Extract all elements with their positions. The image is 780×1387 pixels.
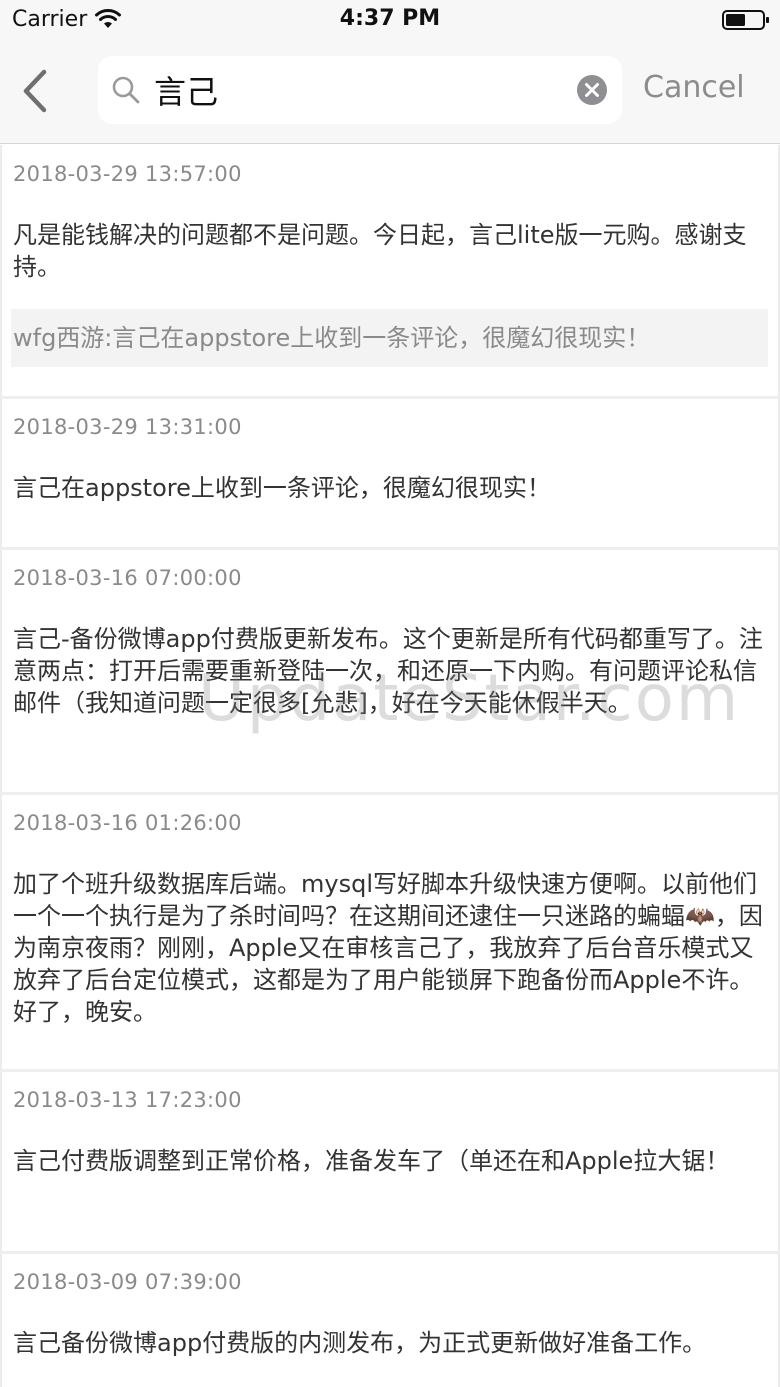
list-item[interactable]: 2018-03-13 17:23:00 言己付费版调整到正常价格，准备发车了（单… [0,1072,780,1254]
search-box[interactable] [98,56,622,124]
post-date: 2018-03-16 01:26:00 [13,811,242,835]
list-item[interactable]: 2018-03-16 07:00:00 言己-备份微博app付费版更新发布。这个… [0,550,780,795]
cancel-button[interactable]: Cancel [643,70,745,105]
list-item[interactable]: 2018-03-09 07:39:00 言己备份微博app付费版的内测发布，为正… [0,1254,780,1387]
post-date: 2018-03-09 07:39:00 [13,1270,242,1294]
status-time: 4:37 PM [339,6,441,31]
list-item[interactable]: 2018-03-29 13:31:00 言己在appstore上收到一条评论，很… [0,399,780,550]
search-results-list: 2018-03-29 13:57:00 凡是能钱解决的问题都不是问题。今日起，言… [0,145,780,1387]
battery-icon [722,10,769,30]
screen: Carrier 4:37 PM Cancel [0,0,780,1387]
magnifier-icon [112,76,140,104]
search-input[interactable] [154,66,564,114]
post-text: 言己备份微博app付费版的内测发布，为正式更新做好准备工作。 [13,1329,707,1357]
post-date: 2018-03-13 17:23:00 [13,1088,242,1112]
chevron-left-icon[interactable] [14,66,58,116]
list-item[interactable]: 2018-03-29 13:57:00 凡是能钱解决的问题都不是问题。今日起，言… [0,145,780,399]
post-text: 言己-备份微博app付费版更新发布。这个更新是所有代码都重写了。注意两点：打开后… [13,625,763,717]
clear-circle-icon[interactable] [576,74,608,106]
post-text: 凡是能钱解决的问题都不是问题。今日起，言己lite版一元购。感谢支持。 [13,221,747,281]
list-item[interactable]: 2018-03-16 01:26:00 加了个班升级数据库后端。mysql写好脚… [0,795,780,1072]
post-text: 言己在appstore上收到一条评论，很魔幻很现实！ [13,474,551,502]
post-text: 加了个班升级数据库后端。mysql写好脚本升级快速方便啊。以前他们一个一个执行是… [13,870,763,1026]
post-text: 言己付费版调整到正常价格，准备发车了（单还在和Apple拉大锯！ [13,1147,730,1175]
status-bar: Carrier 4:37 PM [0,0,780,42]
post-date: 2018-03-29 13:57:00 [13,162,242,186]
retweet-quote[interactable]: wfg西游:言己在appstore上收到一条评论，很魔幻很现实！ [11,309,768,367]
search-nav-bar: Cancel [0,42,780,144]
post-date: 2018-03-29 13:31:00 [13,415,242,439]
post-date: 2018-03-16 07:00:00 [13,566,242,590]
